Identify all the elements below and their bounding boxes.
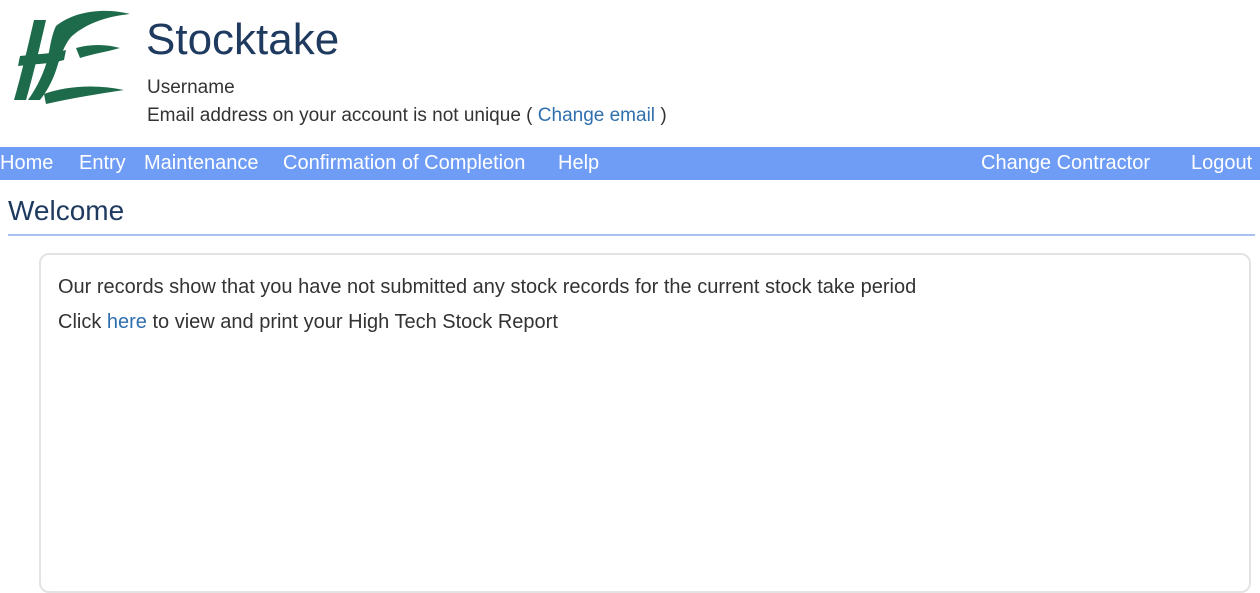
here-link[interactable]: here — [107, 311, 147, 333]
nav-help[interactable]: Help — [558, 147, 599, 180]
nav-confirmation-of-completion[interactable]: Confirmation of Completion — [283, 147, 525, 180]
stock-report-message: Click here to view and print your High T… — [58, 310, 558, 334]
email-notice: Email address on your account is not uni… — [147, 105, 667, 127]
username-label: Username — [147, 77, 235, 98]
email-notice-close-paren: ) — [660, 105, 667, 126]
nav-change-contractor[interactable]: Change Contractor — [981, 147, 1150, 180]
stock-report-prefix: Click — [58, 311, 107, 333]
nav-maintenance[interactable]: Maintenance — [144, 147, 259, 180]
page-header: Stocktake Username Email address on your… — [0, 0, 1260, 140]
title-divider — [8, 234, 1255, 236]
nav-logout[interactable]: Logout — [1191, 147, 1252, 180]
page-title: Welcome — [8, 195, 125, 226]
welcome-panel: Our records show that you have not submi… — [39, 253, 1251, 593]
hse-logo — [14, 10, 130, 104]
nav-entry[interactable]: Entry — [79, 147, 126, 180]
nav-home[interactable]: Home — [0, 147, 53, 180]
change-email-link[interactable]: Change email — [538, 105, 655, 126]
stock-report-suffix: to view and print your High Tech Stock R… — [146, 311, 558, 333]
no-records-message: Our records show that you have not submi… — [58, 276, 917, 298]
app-title: Stocktake — [146, 15, 340, 64]
main-navbar: Home Entry Maintenance Confirmation of C… — [0, 147, 1260, 180]
email-notice-text: Email address on your account is not uni… — [147, 105, 533, 126]
